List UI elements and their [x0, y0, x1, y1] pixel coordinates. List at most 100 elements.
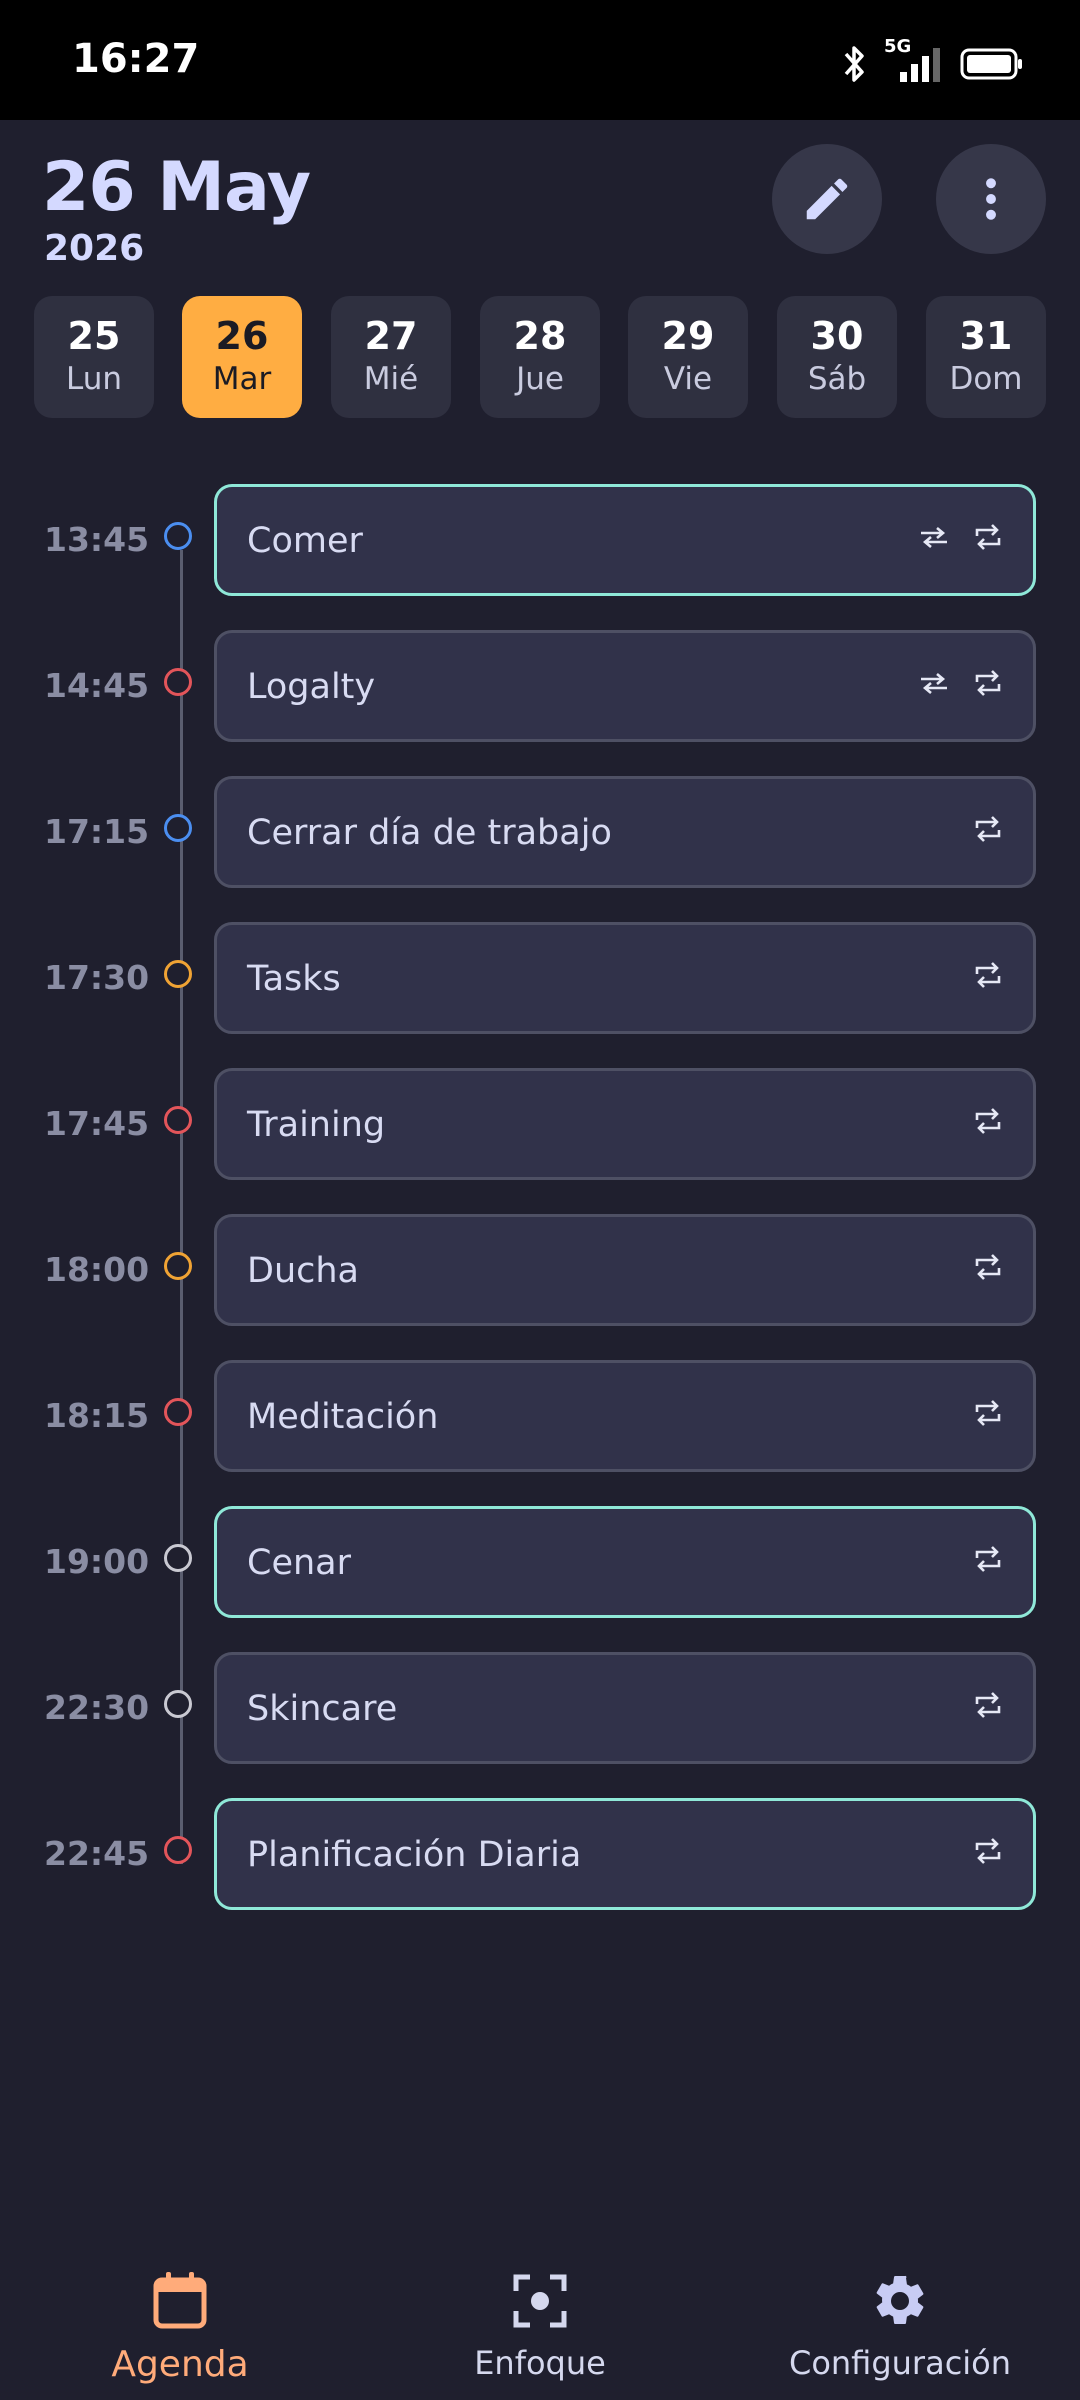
page-title: 26 May [42, 148, 311, 227]
agenda-row: 22:45 Planificación Diaria [0, 1798, 1080, 1910]
agenda-row: 17:15 Cerrar día de trabajo [0, 776, 1080, 888]
agenda-row: 13:45 Comer [0, 484, 1080, 596]
event-dot-icon [164, 668, 192, 696]
event-time: 17:45 [44, 1104, 150, 1143]
day-name: Jue [516, 361, 564, 397]
day-number: 30 [810, 314, 864, 358]
status-bar: 16:27 5G [0, 0, 1080, 120]
day-chip-2[interactable]: 27 Mié [331, 296, 451, 418]
event-title: Planificación Diaria [247, 1835, 582, 1875]
agenda-timeline: 13:45 Comer 14:45 Logalty 17:15 Cerrar d… [0, 484, 1080, 1914]
day-number: 31 [959, 314, 1013, 358]
page-year: 2026 [44, 228, 145, 269]
event-card[interactable]: Skincare [214, 1652, 1036, 1764]
repeat-icon [975, 962, 1001, 988]
repeat-icon [975, 1400, 1001, 1426]
day-number: 25 [67, 314, 121, 358]
event-title: Tasks [247, 959, 341, 999]
event-icons [919, 523, 1003, 551]
event-icons [973, 1837, 1003, 1865]
day-name: Vie [663, 361, 713, 397]
event-time: 17:15 [44, 812, 150, 851]
day-chip-3[interactable]: 28 Jue [480, 296, 600, 418]
nav-label: Agenda [111, 2344, 249, 2385]
event-time: 22:45 [44, 1834, 150, 1873]
calendar-icon [153, 2272, 207, 2329]
event-dot-icon [164, 960, 192, 988]
nav-agenda[interactable]: Agenda [0, 2220, 360, 2400]
event-card[interactable]: Meditación [214, 1360, 1036, 1472]
day-chip-1[interactable]: 26 Mar [182, 296, 302, 418]
event-dot-icon [164, 814, 192, 842]
event-time: 14:45 [44, 666, 150, 705]
more-options-button[interactable] [936, 144, 1046, 254]
event-icons [973, 1691, 1003, 1719]
repeat-icon [975, 1692, 1001, 1718]
day-name: Lun [65, 361, 123, 397]
event-card[interactable]: Planificación Diaria [214, 1798, 1036, 1910]
event-title: Cerrar día de trabajo [247, 813, 612, 853]
day-number: 28 [513, 314, 567, 358]
event-card[interactable]: Training [214, 1068, 1036, 1180]
day-chip-5[interactable]: 30 Sáb [777, 296, 897, 418]
more-vertical-icon [986, 178, 996, 220]
event-card[interactable]: Comer [214, 484, 1036, 596]
event-icons [973, 1399, 1003, 1427]
event-time: 17:30 [44, 958, 150, 997]
swap-icon [921, 527, 947, 548]
event-dot-icon [164, 1690, 192, 1718]
event-card[interactable]: Cerrar día de trabajo [214, 776, 1036, 888]
event-card[interactable]: Tasks [214, 922, 1036, 1034]
event-time: 18:00 [44, 1250, 150, 1289]
repeat-icon [975, 1838, 1001, 1864]
repeat-icon [975, 1254, 1001, 1280]
gear-icon [876, 2275, 924, 2324]
edit-button[interactable] [772, 144, 882, 254]
event-card[interactable]: Logalty [214, 630, 1036, 742]
day-chip-6[interactable]: 31 Dom [926, 296, 1046, 418]
event-title: Cenar [247, 1543, 351, 1583]
day-chip-4[interactable]: 29 Vie [628, 296, 748, 418]
event-title: Comer [247, 521, 363, 561]
day-number: 27 [364, 314, 418, 358]
day-name: Mié [363, 361, 419, 397]
event-time: 19:00 [44, 1542, 150, 1581]
nav-label: Configuración [788, 2344, 1012, 2382]
repeat-icon [975, 1546, 1001, 1572]
week-day-selector: 25 Lun 26 Mar 27 Mié 28 Jue 29 Vie 30 Sá… [34, 296, 1046, 418]
event-title: Skincare [247, 1689, 398, 1729]
event-dot-icon [164, 522, 192, 550]
day-name: Sáb [807, 361, 867, 397]
event-card[interactable]: Ducha [214, 1214, 1036, 1326]
nav-label: Enfoque [474, 2344, 606, 2382]
event-dot-icon [164, 1836, 192, 1864]
bottom-navigation: Agenda Enfoque Configuración [0, 2220, 1080, 2400]
event-icons [973, 815, 1003, 843]
repeat-icon [975, 816, 1001, 842]
swap-icon [921, 673, 947, 694]
event-icons [973, 1253, 1003, 1281]
event-card[interactable]: Cenar [214, 1506, 1036, 1618]
agenda-row: 19:00 Cenar [0, 1506, 1080, 1618]
nav-enfoque[interactable]: Enfoque [360, 2220, 720, 2400]
agenda-row: 17:45 Training [0, 1068, 1080, 1180]
event-time: 22:30 [44, 1688, 150, 1727]
event-dot-icon [164, 1106, 192, 1134]
event-time: 13:45 [44, 520, 150, 559]
day-number: 29 [661, 314, 715, 358]
status-icons: 5G [840, 36, 1024, 92]
status-time: 16:27 [72, 36, 200, 82]
agenda-row: 18:15 Meditación [0, 1360, 1080, 1472]
agenda-row: 17:30 Tasks [0, 922, 1080, 1034]
nav-configuracion[interactable]: Configuración [720, 2220, 1080, 2400]
event-dot-icon [164, 1544, 192, 1572]
event-dot-icon [164, 1398, 192, 1426]
pencil-icon [806, 178, 848, 220]
day-name: Dom [949, 361, 1023, 397]
battery-icon [960, 48, 1022, 80]
focus-icon [513, 2274, 567, 2328]
day-chip-0[interactable]: 25 Lun [34, 296, 154, 418]
event-title: Ducha [247, 1251, 360, 1291]
signal-icon: 5G [884, 36, 946, 86]
event-icons [919, 669, 1003, 697]
